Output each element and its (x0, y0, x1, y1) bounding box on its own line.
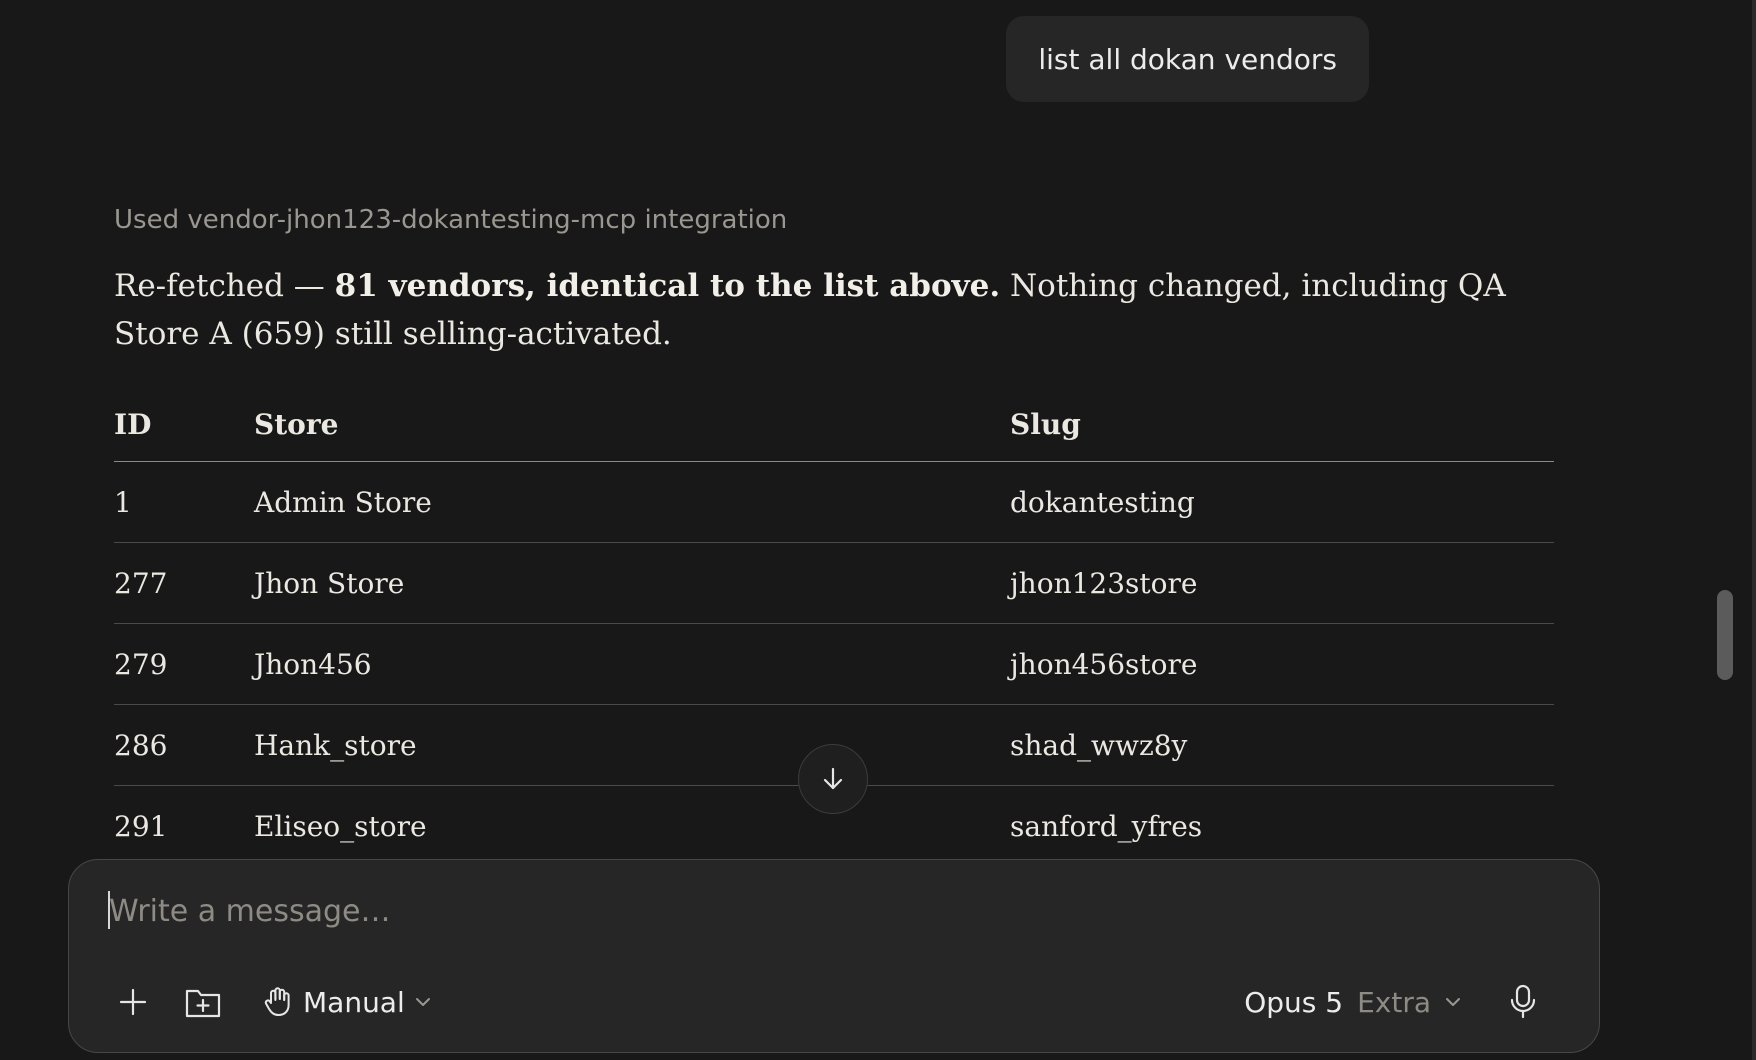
scrollbar-thumb[interactable] (1717, 590, 1733, 680)
add-folder-button[interactable] (183, 982, 223, 1022)
message-input[interactable] (107, 880, 1511, 942)
assistant-reply: Re-fetched — 81 vendors, identical to th… (114, 262, 1534, 358)
text-caret (108, 891, 110, 929)
arrow-down-icon (819, 765, 847, 793)
table-row: 277 Jhon Store jhon123store (114, 542, 1554, 624)
cell-store: Hank_store (254, 704, 1010, 786)
header-id: ID (114, 387, 254, 462)
user-message-bubble: list all dokan vendors (1006, 16, 1369, 102)
table-row: 279 Jhon456 jhon456store (114, 623, 1554, 705)
mode-label: Manual (303, 985, 405, 1019)
cell-slug: dokantesting (1010, 461, 1554, 543)
user-message-text: list all dokan vendors (1038, 42, 1337, 76)
mode-selector[interactable]: Manual (263, 978, 431, 1026)
hand-icon (263, 986, 293, 1018)
cell-id: 291 (114, 785, 254, 867)
reply-lead: Re-fetched — (114, 268, 335, 304)
chevron-down-icon (415, 996, 431, 1008)
plus-icon (118, 987, 148, 1017)
header-slug: Slug (1010, 387, 1554, 462)
cell-slug: shad_wwz8y (1010, 704, 1554, 786)
add-attachment-button[interactable] (113, 982, 153, 1022)
folder-plus-icon (185, 986, 221, 1018)
scroll-to-bottom-button[interactable] (798, 744, 868, 814)
message-composer: Manual Opus 5 Extra (68, 859, 1600, 1053)
table-header-row: ID Store Slug (114, 387, 1554, 462)
cell-slug: jhon456store (1010, 623, 1554, 705)
cell-store: Jhon456 (254, 623, 1010, 705)
cell-id: 279 (114, 623, 254, 705)
cell-id: 1 (114, 461, 254, 543)
cell-id: 286 (114, 704, 254, 786)
voice-input-button[interactable] (1503, 982, 1543, 1022)
cell-store: Jhon Store (254, 542, 1010, 624)
model-selector[interactable]: Opus 5 Extra (1244, 978, 1461, 1026)
chevron-down-icon (1445, 996, 1461, 1008)
reply-bold: 81 vendors, identical to the list above. (334, 268, 1001, 304)
cell-slug: jhon123store (1010, 542, 1554, 624)
table-row: 1 Admin Store dokantesting (114, 461, 1554, 543)
cell-store: Admin Store (254, 461, 1010, 543)
header-store: Store (254, 387, 1010, 462)
microphone-icon (1509, 984, 1537, 1020)
cell-store: Eliseo_store (254, 785, 1010, 867)
cell-slug: sanford_yfres (1010, 785, 1554, 867)
model-name: Opus 5 (1244, 985, 1344, 1019)
cell-id: 277 (114, 542, 254, 624)
model-effort: Extra (1357, 985, 1431, 1019)
tool-usage-notice[interactable]: Used vendor-jhon123-dokantesting-mcp int… (114, 205, 787, 235)
window-edge (1752, 0, 1756, 1060)
